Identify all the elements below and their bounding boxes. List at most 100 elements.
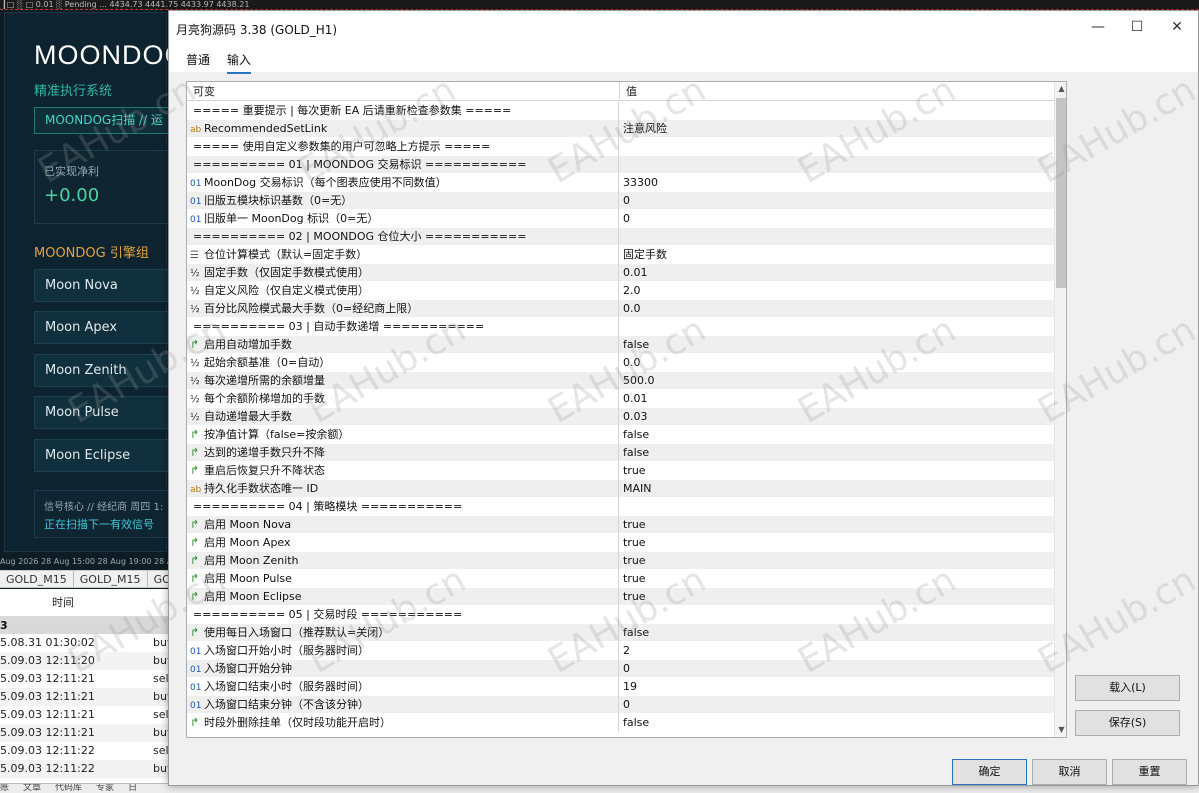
parameter-row[interactable]: ab RecommendedSetLink 注意风险	[187, 120, 1054, 138]
parameter-row[interactable]: ↱ 启用 Moon Pulse true	[187, 570, 1054, 588]
symbol-tab[interactable]: GOLD_M15	[74, 571, 148, 587]
engine-button-eclipse[interactable]: Moon Eclipse	[34, 439, 174, 472]
parameter-row[interactable]: ↱ 达到的递增手数只升不降 false	[187, 444, 1054, 462]
vertical-scrollbar[interactable]: ▲ ▼	[1054, 82, 1066, 737]
parameter-row[interactable]: ========== 04 | 策略模块 ===========	[187, 498, 1054, 516]
parameter-value[interactable]	[620, 138, 1054, 156]
parameter-value[interactable]: 0	[620, 192, 1054, 210]
parameter-value[interactable]: MAIN	[620, 480, 1054, 498]
tab-common[interactable]: 普通	[186, 51, 210, 72]
parameter-row[interactable]: 01 旧版单一 MoonDog 标识（0=无） 0	[187, 210, 1054, 228]
parameter-row[interactable]: ab 持久化手数状态唯一 ID MAIN	[187, 480, 1054, 498]
parameter-row[interactable]: ↱ 启用 Moon Eclipse true	[187, 588, 1054, 606]
terminal-tab[interactable]: 账	[0, 784, 9, 793]
parameter-row[interactable]: ↱ 启用 Moon Nova true	[187, 516, 1054, 534]
parameter-value[interactable]: false	[620, 444, 1054, 462]
symbol-tab[interactable]: GOLD_M15	[0, 571, 74, 587]
parameter-value[interactable]: 0	[620, 696, 1054, 714]
close-icon[interactable]: ✕	[1157, 11, 1197, 44]
engine-button-pulse[interactable]: Moon Pulse	[34, 396, 174, 429]
parameter-row[interactable]: ½ 起始余额基准（0=自动） 0.0	[187, 354, 1054, 372]
column-header-variable[interactable]: 可变	[187, 82, 620, 101]
parameter-value[interactable]	[620, 102, 1054, 120]
load-button[interactable]: 载入(L)	[1075, 675, 1180, 701]
parameter-value[interactable]: 0	[620, 660, 1054, 678]
parameter-row[interactable]: ½ 自定义风险（仅自定义模式使用） 2.0	[187, 282, 1054, 300]
parameter-value[interactable]: 2.0	[620, 282, 1054, 300]
engine-button-zenith[interactable]: Moon Zenith	[34, 354, 174, 387]
parameter-row[interactable]: ↱ 启用 Moon Zenith true	[187, 552, 1054, 570]
order-row[interactable]: 5.09.03 12:11:20buy	[0, 652, 170, 670]
parameter-value[interactable]: 500.0	[620, 372, 1054, 390]
parameter-value[interactable]: 0.0	[620, 354, 1054, 372]
order-row[interactable]: 5.09.03 12:11:21 sell	[0, 670, 170, 688]
parameter-value[interactable]	[620, 606, 1054, 624]
reset-button[interactable]: 重置	[1112, 759, 1187, 785]
parameter-row[interactable]: 01 入场窗口开始小时（服务器时间） 2	[187, 642, 1054, 660]
parameter-value[interactable]: false	[620, 336, 1054, 354]
parameter-value[interactable]: 19	[620, 678, 1054, 696]
parameter-row[interactable]: ↱ 启用 Moon Apex true	[187, 534, 1054, 552]
parameter-value[interactable]: 0	[620, 210, 1054, 228]
parameter-value[interactable]: 2	[620, 642, 1054, 660]
parameter-row[interactable]: ===== 重要提示 | 每次更新 EA 后请重新检查参数集 =====	[187, 102, 1054, 120]
parameter-value[interactable]: true	[620, 588, 1054, 606]
maximize-icon[interactable]: ☐	[1117, 11, 1157, 44]
parameter-row[interactable]: 01 入场窗口结束分钟（不含该分钟） 0	[187, 696, 1054, 714]
parameter-value[interactable]	[620, 498, 1054, 516]
parameter-row[interactable]: ½ 自动递增最大手数 0.03	[187, 408, 1054, 426]
parameter-row[interactable]: ========== 03 | 自动手数递增 ===========	[187, 318, 1054, 336]
parameter-row[interactable]: ↱ 重启后恢复只升不降状态 true	[187, 462, 1054, 480]
parameter-row[interactable]: ☰ 仓位计算模式（默认=固定手数） 固定手数	[187, 246, 1054, 264]
parameter-value[interactable]: 0.01	[620, 390, 1054, 408]
terminal-tab[interactable]: 专家	[96, 784, 114, 793]
parameter-value[interactable]: 0.01	[620, 264, 1054, 282]
parameter-row[interactable]: ↱ 按净值计算（false=按余额） false	[187, 426, 1054, 444]
order-row[interactable]: 5.09.03 12:11:22buy	[0, 760, 170, 778]
parameter-value[interactable]: 固定手数	[620, 246, 1054, 264]
parameter-row[interactable]: 01 入场窗口开始分钟 0	[187, 660, 1054, 678]
parameter-row[interactable]: ½ 每次递增所需的余额增量 500.0	[187, 372, 1054, 390]
parameter-value[interactable]: true	[620, 516, 1054, 534]
parameter-row[interactable]: ½ 每个余额阶梯增加的手数 0.01	[187, 390, 1054, 408]
parameter-row[interactable]: ½ 固定手数（仅固定手数模式使用） 0.01	[187, 264, 1054, 282]
parameter-row[interactable]: ========== 01 | MOONDOG 交易标识 ===========	[187, 156, 1054, 174]
parameter-value[interactable]: false	[620, 426, 1054, 444]
parameter-row[interactable]: ↱ 使用每日入场窗口（推荐默认=关闭） false	[187, 624, 1054, 642]
parameter-row[interactable]: ===== 使用自定义参数集的用户可忽略上方提示 =====	[187, 138, 1054, 156]
scrollbar-thumb[interactable]	[1056, 98, 1066, 288]
parameter-value[interactable]: 0.0	[620, 300, 1054, 318]
parameter-row[interactable]: ↱ 时段外删除挂单（仅时段功能开启时） false	[187, 714, 1054, 732]
parameter-value[interactable]: true	[620, 462, 1054, 480]
parameter-value[interactable]: true	[620, 534, 1054, 552]
scroll-up-icon[interactable]: ▲	[1055, 82, 1066, 96]
parameter-value[interactable]: false	[620, 624, 1054, 642]
minimize-icon[interactable]: —	[1078, 11, 1118, 44]
order-row[interactable]: 5.09.03 12:11:21 sell	[0, 706, 170, 724]
order-row[interactable]: 5.09.03 12:11:21buy	[0, 688, 170, 706]
parameter-value[interactable]: false	[620, 714, 1054, 732]
terminal-tab[interactable]: 日	[128, 784, 137, 793]
parameter-value[interactable]: true	[620, 552, 1054, 570]
order-row[interactable]: 5.09.03 12:11:22 sell	[0, 742, 170, 760]
order-row[interactable]: 5.08.31 01:30:02buy	[0, 634, 170, 652]
tab-inputs[interactable]: 输入	[227, 51, 252, 74]
parameter-value[interactable]	[620, 156, 1054, 174]
cancel-button[interactable]: 取消	[1032, 759, 1107, 785]
save-button[interactable]: 保存(S)	[1075, 710, 1180, 736]
scroll-down-icon[interactable]: ▼	[1055, 723, 1066, 737]
engine-button-nova[interactable]: Moon Nova	[34, 269, 174, 302]
dialog-titlebar[interactable]: 月亮狗源码 3.38 (GOLD_H1) — ☐ ✕	[169, 11, 1198, 44]
parameter-value[interactable]: 注意风险	[620, 120, 1054, 138]
parameter-value[interactable]: true	[620, 570, 1054, 588]
terminal-tab[interactable]: 文章	[23, 784, 41, 793]
parameter-row[interactable]: 01 MoonDog 交易标识（每个图表应使用不同数值） 33300	[187, 174, 1054, 192]
order-row[interactable]: 5.09.03 12:11:21buy	[0, 724, 170, 742]
parameter-value[interactable]: 33300	[620, 174, 1054, 192]
parameter-row[interactable]: ↱ 启用自动增加手数 false	[187, 336, 1054, 354]
column-header-value[interactable]: 值	[620, 82, 1054, 101]
engine-button-apex[interactable]: Moon Apex	[34, 311, 174, 344]
parameter-value[interactable]	[620, 318, 1054, 336]
ok-button[interactable]: 确定	[952, 759, 1027, 785]
parameter-value[interactable]: 0.03	[620, 408, 1054, 426]
